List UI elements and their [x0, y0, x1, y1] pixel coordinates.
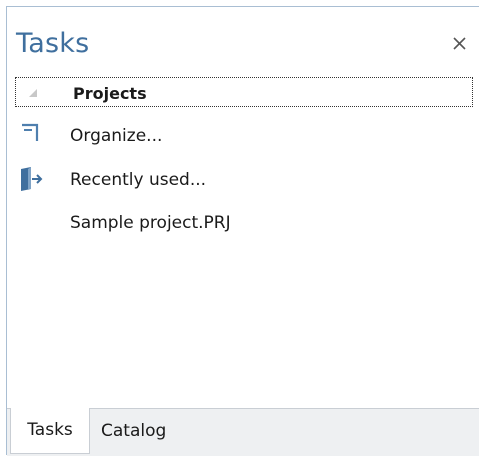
tab-tasks[interactable]: Tasks — [10, 408, 90, 454]
item-label[interactable]: Organize... — [70, 126, 162, 146]
task-pane: Tasks Projects Organize... Recently used… — [6, 6, 479, 456]
item-label[interactable]: Recently used... — [70, 170, 206, 190]
close-icon — [453, 37, 466, 50]
recently-used-icon — [21, 167, 43, 191]
item-label[interactable]: Sample project.PRJ — [70, 213, 231, 233]
close-button[interactable] — [449, 33, 471, 55]
collapse-triangle-icon[interactable] — [28, 88, 38, 98]
list-item-recently-used[interactable]: Recently used... — [7, 163, 473, 199]
pane-title-bar: Tasks — [7, 7, 479, 75]
tab-catalog[interactable]: Catalog — [101, 409, 191, 455]
tab-strip: Tasks Catalog — [7, 408, 479, 456]
list-item-organize[interactable]: Organize... — [7, 119, 473, 155]
projects-group-header[interactable]: Projects — [15, 77, 473, 107]
pane-title: Tasks — [16, 28, 90, 59]
group-label: Projects — [73, 84, 147, 103]
list-item-sample-project[interactable]: Sample project.PRJ — [7, 206, 473, 242]
organize-icon — [22, 123, 39, 141]
